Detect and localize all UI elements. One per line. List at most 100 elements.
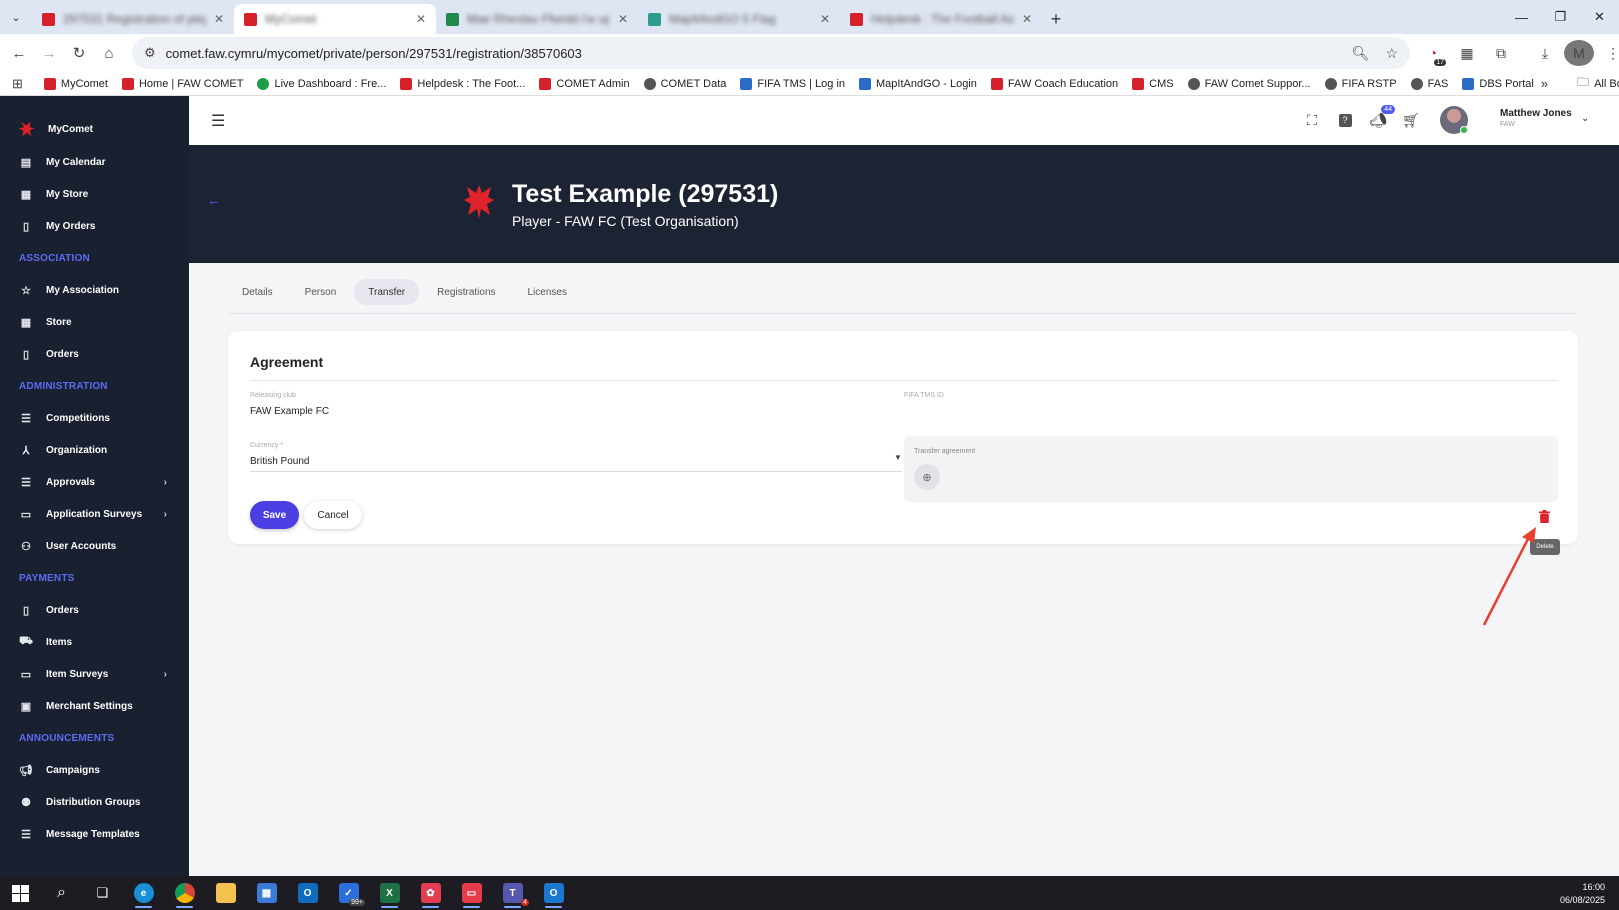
all-bookmarks-link[interactable]: 🗀 All Bookmarks	[1570, 73, 1619, 94]
close-tab-icon[interactable]: ✕	[1022, 12, 1032, 26]
bookmark-item[interactable]: FAS	[1404, 77, 1456, 90]
search-icon[interactable]: ⌕	[41, 876, 82, 910]
store-app-icon[interactable]: ▦	[246, 876, 287, 910]
brand[interactable]: MyComet	[0, 96, 189, 146]
bookmarks-overflow-icon[interactable]: »	[1541, 76, 1548, 91]
back-arrow-icon[interactable]: ←	[207, 192, 221, 208]
sidebar-item-user-accounts[interactable]: ⚇ User Accounts	[0, 530, 189, 562]
bookmark-item[interactable]: FAW Coach Education	[984, 77, 1125, 90]
forward-icon[interactable]: →	[34, 38, 64, 68]
minimize-icon[interactable]: —	[1502, 0, 1541, 34]
sidebar-item-my-store[interactable]: ▦ My Store	[0, 178, 189, 210]
downloads-icon[interactable]: ⤓	[1530, 40, 1560, 66]
browser-menu-icon[interactable]: ⋮	[1598, 40, 1619, 66]
teams-icon[interactable]: T4	[492, 876, 533, 910]
bookmark-item[interactable]: COMET Admin	[532, 77, 636, 90]
currency-select[interactable]: Currency * British Pound	[250, 439, 902, 472]
tab-licenses[interactable]: Licenses	[514, 279, 581, 305]
qr-icon[interactable]: ▦	[1452, 40, 1482, 66]
close-window-icon[interactable]: ✕	[1580, 0, 1619, 34]
outlook-icon[interactable]: O	[287, 876, 328, 910]
tab-transfer[interactable]: Transfer	[354, 279, 420, 305]
hamburger-menu-icon[interactable]: ☰	[211, 111, 225, 131]
close-tab-icon[interactable]: ✕	[416, 12, 426, 26]
delete-button[interactable]	[1533, 505, 1555, 527]
sidebar-item-my-association[interactable]: ☆ My Association	[0, 274, 189, 306]
fullscreen-icon[interactable]: ⛶	[1302, 111, 1322, 131]
bookmark-item[interactable]: MyComet	[37, 77, 115, 90]
browser-tab[interactable]: MyComet ✕	[234, 4, 436, 34]
bookmark-item[interactable]: FIFA RSTP	[1318, 77, 1404, 90]
tab-person[interactable]: Person	[291, 279, 351, 305]
sidebar-item-competitions[interactable]: ☰ Competitions	[0, 402, 189, 434]
bookmark-item[interactable]: MapItAndGO - Login	[852, 77, 984, 90]
excel-icon[interactable]: X	[369, 876, 410, 910]
tab-details[interactable]: Details	[228, 279, 287, 305]
bookmark-item[interactable]: FIFA TMS | Log in	[733, 77, 852, 90]
edge-icon[interactable]: e	[123, 876, 164, 910]
help-icon[interactable]: ?	[1335, 111, 1355, 131]
extension-red-icon[interactable]: ◔ 17	[1418, 40, 1448, 66]
upload-file-icon[interactable]: ⊕	[914, 464, 940, 490]
notifications-megaphone-icon[interactable]: 📣︎ 44	[1368, 104, 1395, 131]
sidebar-item-item-surveys[interactable]: ▭ Item Surveys ›	[0, 658, 189, 690]
close-tab-icon[interactable]: ✕	[618, 12, 628, 26]
browser-tab[interactable]: Mae Rheolau Ffwrdd i'w updatio ✕	[436, 4, 638, 34]
sidebar-item-approvals[interactable]: ☰ Approvals ›	[0, 466, 189, 498]
sidebar-item-application-surveys[interactable]: ▭ Application Surveys ›	[0, 498, 189, 530]
close-tab-icon[interactable]: ✕	[820, 12, 830, 26]
back-icon[interactable]: ←	[4, 38, 34, 68]
outlook-new-icon[interactable]: O	[533, 876, 574, 910]
profile-icon[interactable]: M	[1564, 40, 1594, 66]
bookmark-item[interactable]: Helpdesk : The Foot...	[393, 77, 532, 90]
cancel-button[interactable]: Cancel	[304, 501, 362, 529]
sidebar-item-my-calendar[interactable]: ▤ My Calendar	[0, 146, 189, 178]
tab-list-chevron-icon[interactable]: ⌄	[0, 0, 32, 34]
user-menu[interactable]: Matthew Jones FAW	[1500, 108, 1572, 128]
close-tab-icon[interactable]: ✕	[214, 12, 224, 26]
sidebar-item-message-templates[interactable]: ☰ Message Templates	[0, 818, 189, 850]
dropdown-caret-icon[interactable]: ▼	[894, 453, 902, 462]
avatar[interactable]	[1440, 106, 1468, 134]
bookmark-item[interactable]: Live Dashboard : Fre...	[250, 77, 393, 90]
restore-icon[interactable]: ❐	[1541, 0, 1580, 34]
site-info-icon[interactable]: ⚙	[144, 45, 156, 61]
file-explorer-icon[interactable]	[205, 876, 246, 910]
todo-icon[interactable]: ✓ 99+	[328, 876, 369, 910]
home-icon[interactable]: ⌂	[94, 38, 124, 68]
sidebar-item-my-orders[interactable]: ▯ My Orders	[0, 210, 189, 242]
bookmark-item[interactable]: Home | FAW COMET	[115, 77, 251, 90]
new-tab-button[interactable]: +	[1042, 4, 1070, 34]
sidebar-item-orders[interactable]: ▯ Orders	[0, 338, 189, 370]
browser-tab[interactable]: Helpdesk : The Football Associ ✕	[840, 4, 1042, 34]
sidebar-item-store[interactable]: ▦ Store	[0, 306, 189, 338]
reload-icon[interactable]: ↻	[64, 38, 94, 68]
sidebar-item-campaigns[interactable]: 📢︎ Campaigns	[0, 754, 189, 786]
bookmark-star-icon[interactable]: ☆	[1385, 45, 1398, 62]
sidebar-item-distribution-groups[interactable]: ⚉ Distribution Groups	[0, 786, 189, 818]
chrome-icon[interactable]	[164, 876, 205, 910]
task-view-icon[interactable]: ❏	[82, 876, 123, 910]
address-bar[interactable]: ⚙ comet.faw.cymru/mycomet/private/person…	[132, 37, 1410, 69]
app-slides-icon[interactable]: ▭	[451, 876, 492, 910]
bookmark-item[interactable]: DBS Portal	[1455, 77, 1540, 90]
bookmark-item[interactable]: FAW Comet Suppor...	[1181, 77, 1318, 90]
app-red-icon[interactable]: ✿	[410, 876, 451, 910]
sidebar-item-merchant-settings[interactable]: ▣ Merchant Settings	[0, 690, 189, 722]
zoom-icon[interactable]: 🔍︎	[1352, 45, 1370, 62]
sidebar-item-items[interactable]: ⛟ Items	[0, 626, 189, 658]
tab-registrations[interactable]: Registrations	[423, 279, 509, 305]
chevron-down-icon[interactable]: ⌄	[1581, 113, 1589, 124]
browser-tab[interactable]: MapItAndGO 5 Flag ✕	[638, 4, 840, 34]
sidebar-item-orders[interactable]: ▯ Orders	[0, 594, 189, 626]
cart-icon[interactable]: 🛒︎	[1401, 111, 1421, 131]
bookmark-item[interactable]: COMET Data	[637, 77, 734, 90]
start-windows-icon[interactable]	[0, 876, 41, 910]
browser-tab[interactable]: 297531 Registration of player ✕	[32, 4, 234, 34]
bookmark-item[interactable]: CMS	[1125, 77, 1180, 90]
system-clock[interactable]: 16:00 06/08/2025	[1560, 881, 1605, 907]
extensions-puzzle-icon[interactable]: ⧉	[1486, 40, 1516, 66]
sidebar-item-organization[interactable]: ⅄ Organization	[0, 434, 189, 466]
apps-grid-icon[interactable]: ⊞	[12, 76, 23, 92]
save-button[interactable]: Save	[250, 501, 299, 529]
